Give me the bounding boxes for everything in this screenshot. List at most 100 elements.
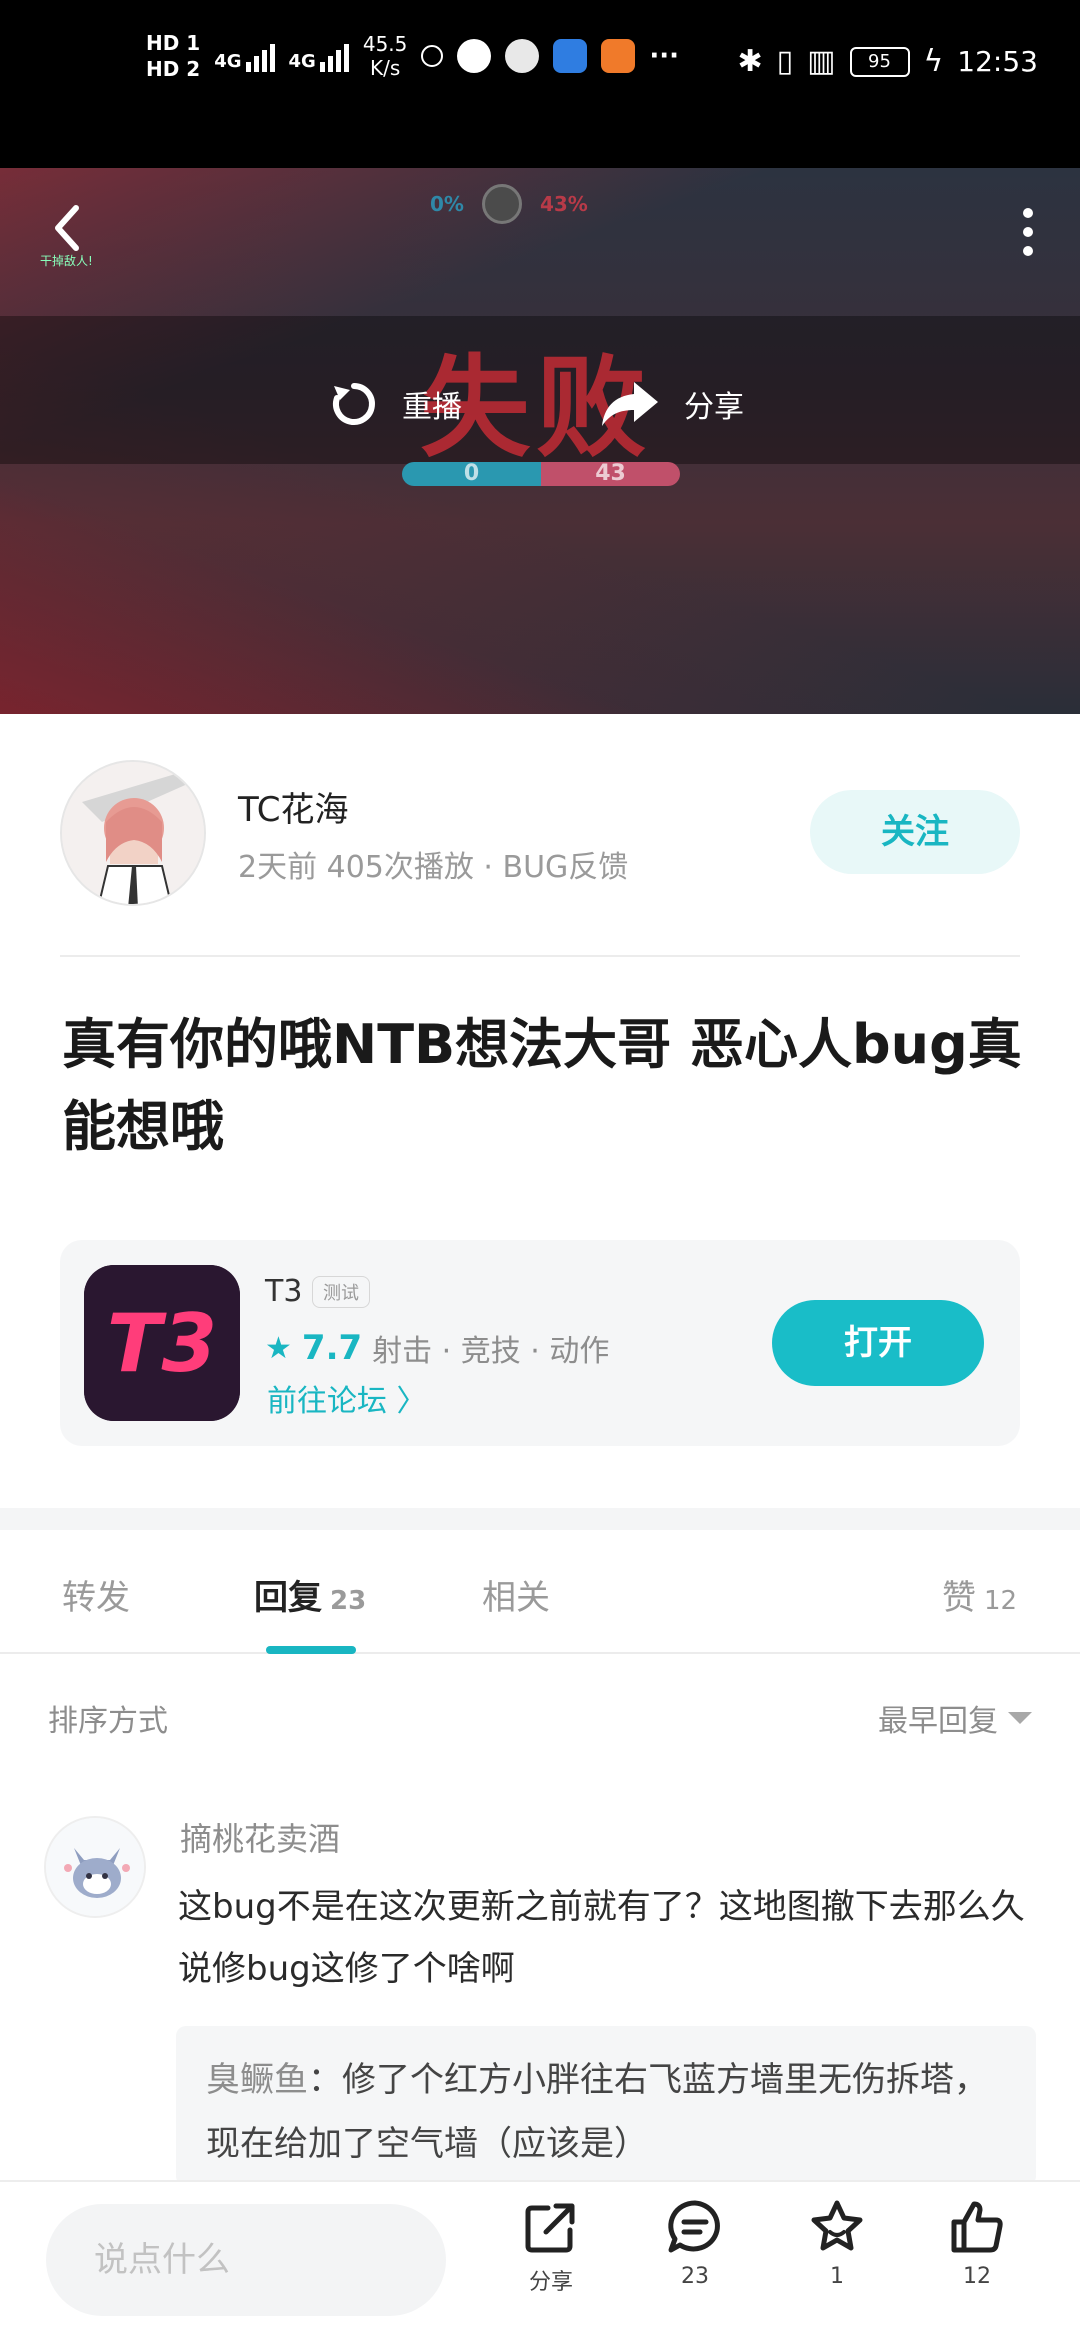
like-count: 12 <box>963 2264 991 2289</box>
video-app-icon <box>601 39 636 73</box>
hd-indicators: HD 1 HD 2 <box>146 30 200 82</box>
video-player[interactable]: 0% 43% 干掉敌人! 失败 重播 分享 0 43 <box>0 168 1080 714</box>
star-icon: ★ <box>265 1330 292 1366</box>
star-icon <box>811 2200 863 2251</box>
share-button[interactable]: 分享 <box>496 2198 606 2296</box>
share-icon <box>525 2203 575 2253</box>
game-genres: 射击 · 竞技 · 动作 <box>372 1334 610 1369</box>
reply-text: ：修了个红方小胖往右飞蓝方墙里无伤拆塔，现在给加了空气墙（应该是） <box>206 2060 988 2164</box>
tab-related[interactable]: 相关 <box>482 1570 550 1619</box>
divider <box>60 955 1020 957</box>
vibrate-icon: ▯ <box>776 44 794 79</box>
phone-vibrate-icon: ▥ <box>807 44 836 79</box>
tab-forward-label: 转发 <box>62 1578 130 1618</box>
game-icon: T3 <box>84 1265 240 1421</box>
author-name[interactable]: TC花海 <box>238 782 349 831</box>
signal-bars-icon <box>245 40 275 72</box>
comment-button[interactable]: 23 <box>640 2198 750 2289</box>
status-bar: HD 1 HD 2 4G 4G 45.5 K/s ··· ✱ ▯ ▥ 95 ϟ … <box>0 0 1080 168</box>
back-button[interactable] <box>48 198 88 258</box>
back-arrow-icon <box>55 205 79 251</box>
favorite-count: 1 <box>830 2264 844 2289</box>
section-separator <box>0 1508 1080 1530</box>
vpn-icon <box>421 45 444 67</box>
clock: 12:53 <box>957 45 1038 78</box>
bottom-action-bar: 说点什么 分享 23 1 12 <box>0 2180 1080 2340</box>
replay-button[interactable]: 重播 <box>326 376 462 432</box>
share-button-label: 分享 <box>528 2270 573 2295</box>
follow-button[interactable]: 关注 <box>810 790 1020 874</box>
network-type-2: 4G <box>288 51 316 72</box>
score-bar-left: 0 <box>402 462 541 486</box>
hd1-label: HD 1 <box>146 31 201 55</box>
video-share-button[interactable]: 分享 <box>598 376 744 432</box>
cat-avatar-icon <box>46 1818 144 1916</box>
t3-logo-icon: T3 <box>84 1265 240 1421</box>
dropdown-arrow-icon <box>1008 1712 1032 1724</box>
open-game-button[interactable]: 打开 <box>772 1300 984 1386</box>
commenter-avatar[interactable] <box>44 1816 146 1918</box>
tab-related-label: 相关 <box>482 1578 550 1618</box>
speed-value: 45.5 <box>362 32 408 56</box>
score-left: 0% <box>430 192 464 216</box>
test-badge: 测试 <box>312 1276 370 1308</box>
score-right: 43% <box>539 192 588 216</box>
comment-text: 这bug不是在这次更新之前就有了？这地图撤下去那么久说修bug这修了个啥啊 <box>178 1887 1025 1989</box>
more-dot-icon <box>1023 246 1033 256</box>
objective-icon <box>481 184 522 224</box>
thumbs-up-icon <box>951 2201 1003 2253</box>
match-score-top: 0% 43% <box>430 184 588 224</box>
like-button[interactable]: 12 <box>922 2198 1032 2289</box>
status-left: HD 1 HD 2 4G 4G 45.5 K/s ··· <box>146 30 679 82</box>
signal-bars-icon <box>319 40 349 72</box>
message-icon <box>457 39 492 73</box>
comment-input[interactable]: 说点什么 <box>46 2204 446 2316</box>
author-avatar[interactable] <box>60 760 206 906</box>
game-name: T3 <box>265 1274 303 1309</box>
tab-reply-label: 回复 <box>254 1578 322 1618</box>
replay-icon <box>332 383 375 425</box>
more-dot-icon <box>1023 208 1033 218</box>
sort-value: 最早回复 <box>878 1704 998 1739</box>
nested-reply[interactable]: 臭鳜鱼：修了个红方小胖往右飞蓝方墙里无伤拆塔，现在给加了空气墙（应该是） <box>176 2026 1036 2186</box>
speed-unit: K/s <box>369 56 401 80</box>
commenter-name[interactable]: 摘桃花卖酒 <box>180 1814 340 1860</box>
share-label: 分享 <box>684 390 744 425</box>
author-row: TC花海 2天前 405次播放 · BUG反馈 关注 <box>60 760 1020 906</box>
favorite-button[interactable]: 1 <box>782 2198 892 2289</box>
game-score: 7.7 <box>301 1328 363 1368</box>
status-right: ✱ ▯ ▥ 95 ϟ 12:53 <box>737 44 1038 79</box>
network-speed: 45.5 K/s <box>363 32 408 80</box>
game-icon-text: T3 <box>107 1297 217 1390</box>
replay-label: 重播 <box>402 390 462 425</box>
bluetooth-icon: ✱ <box>737 44 763 79</box>
more-dot-icon <box>1023 227 1033 237</box>
reply-user: 臭鳜鱼 <box>206 2060 308 2100</box>
more-options-button[interactable] <box>1020 208 1036 258</box>
anime-avatar-icon <box>62 762 204 904</box>
more-notifications: ··· <box>649 41 680 71</box>
game-card[interactable]: T3 T3 测试 ★ 7.7 射击 · 竞技 · 动作 前往论坛 〉 打开 <box>60 1240 1020 1446</box>
active-tab-indicator <box>266 1646 356 1654</box>
tab-bar: 转发 回复 23 相关 赞 12 <box>0 1530 1080 1654</box>
comment-count: 23 <box>681 2264 709 2289</box>
tab-reply[interactable]: 回复 23 <box>254 1570 366 1619</box>
share-arrow-icon <box>602 382 658 426</box>
sort-label: 排序方式 <box>48 1704 168 1739</box>
battery-icon: 95 <box>849 46 910 77</box>
network-type-1: 4G <box>214 51 242 72</box>
hd2-label: HD 2 <box>146 57 201 81</box>
tab-reply-count: 23 <box>330 1586 367 1616</box>
signal-2: 4G <box>289 40 349 72</box>
charging-icon: ϟ <box>923 44 944 79</box>
post-meta: 2天前 405次播放 · BUG反馈 <box>238 850 629 885</box>
tab-likes[interactable]: 赞 12 <box>942 1570 1017 1619</box>
final-score-bar: 0 43 <box>402 462 680 486</box>
score-bar-right: 43 <box>541 462 680 486</box>
signal-1: 4G <box>214 40 275 72</box>
sort-dropdown[interactable]: 最早回复 <box>878 1696 1032 1740</box>
tab-likes-label: 赞 <box>942 1578 976 1618</box>
forum-link[interactable]: 前往论坛 〉 <box>267 1376 427 1420</box>
tab-forward[interactable]: 转发 <box>62 1570 130 1619</box>
cloud-icon <box>553 39 588 73</box>
